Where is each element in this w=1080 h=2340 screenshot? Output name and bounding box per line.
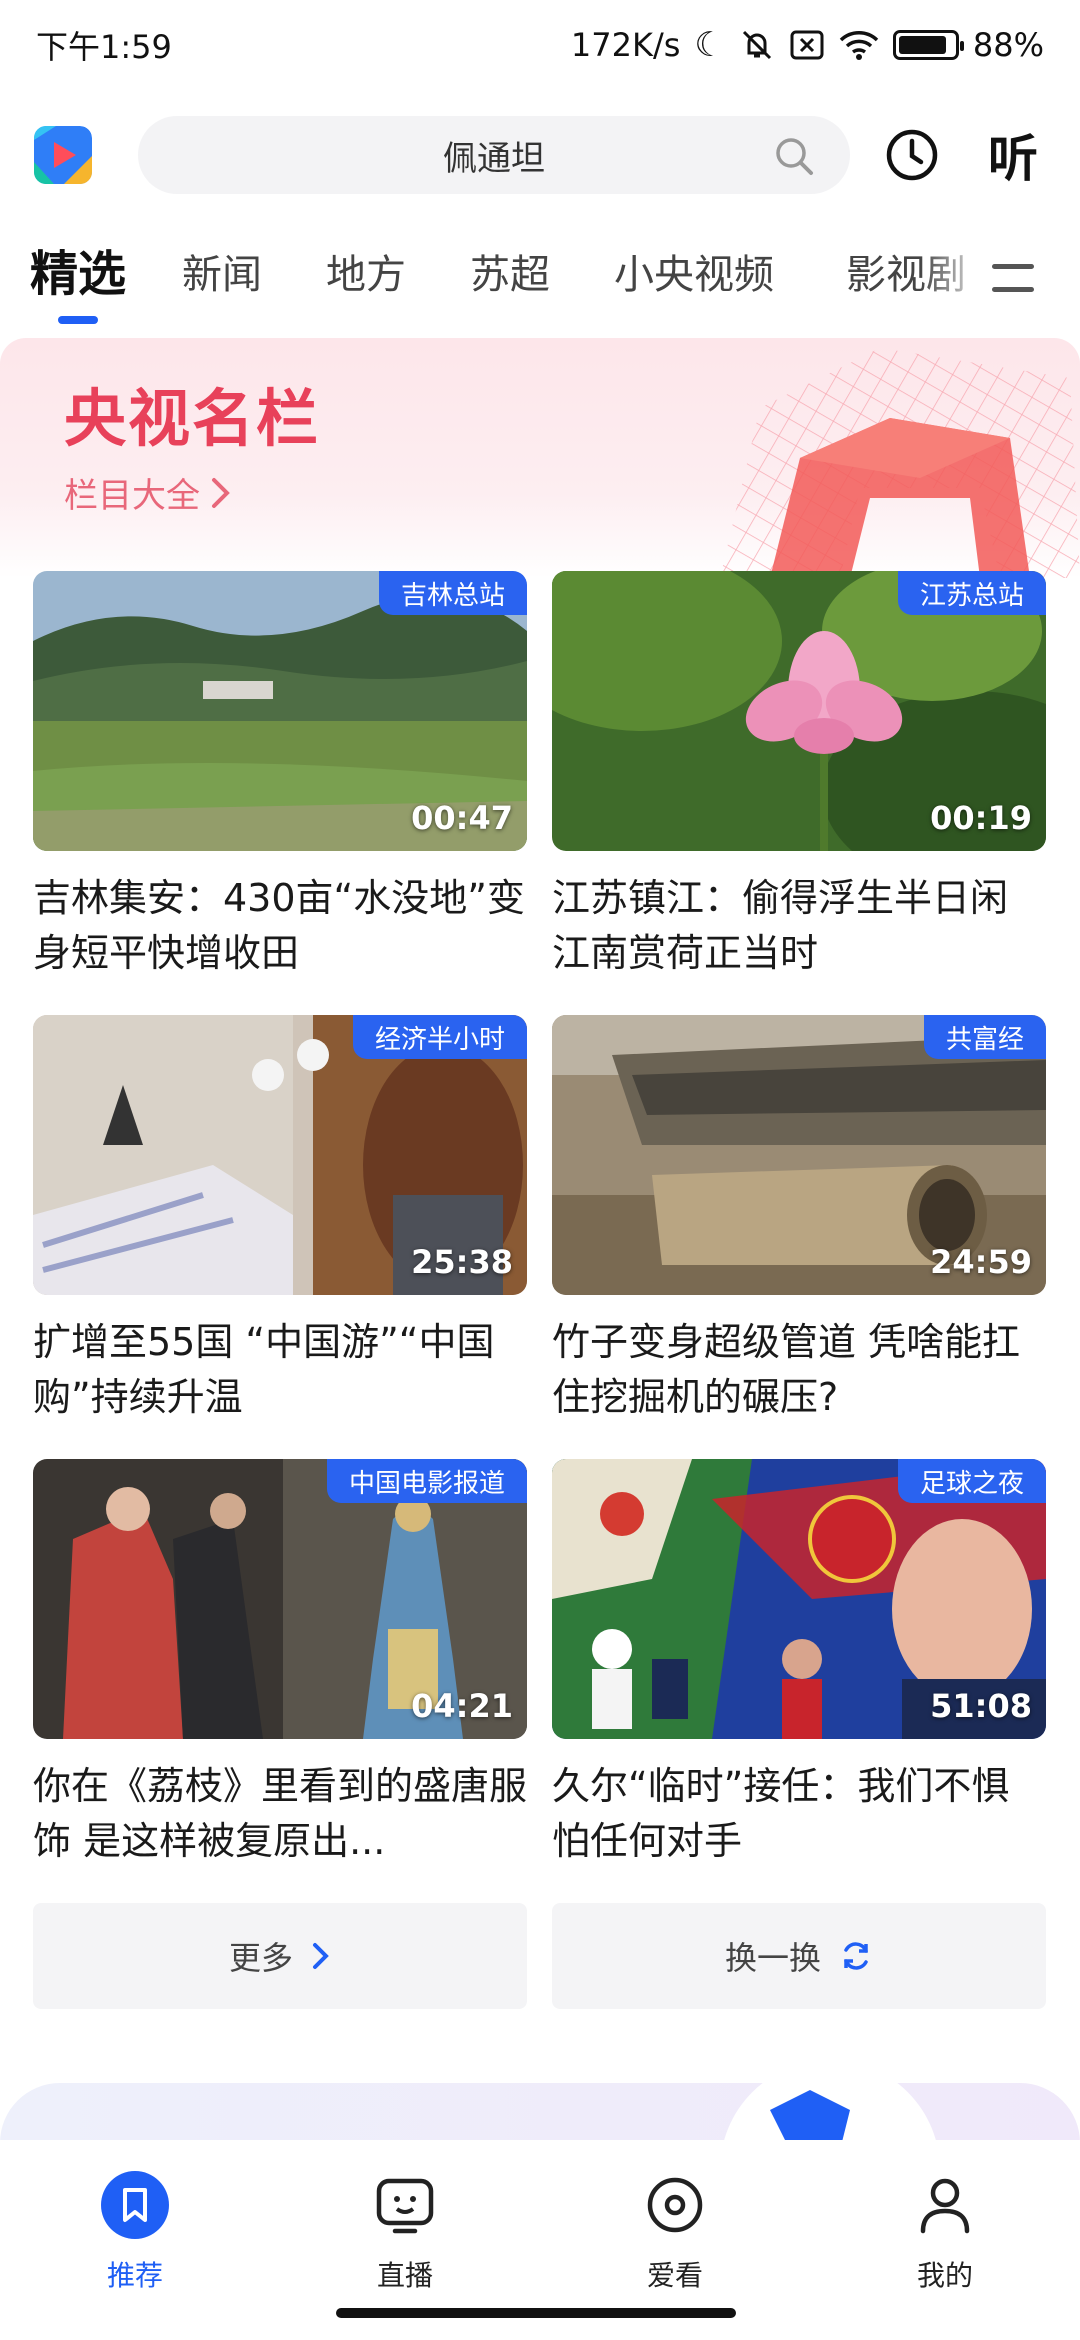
battery-fill	[898, 36, 947, 54]
status-bar: 下午1:59 172K/s ☾ 88%	[0, 0, 1080, 90]
bookmark-icon	[100, 2170, 170, 2240]
listen-button[interactable]: 听	[988, 119, 1038, 191]
channel-menu-icon[interactable]	[990, 258, 1036, 298]
video-duration: 00:19	[930, 799, 1032, 837]
all-columns-link[interactable]: 栏目大全	[64, 468, 232, 517]
tab-suchao[interactable]: 苏超	[470, 242, 550, 300]
nav-label: 爱看	[646, 2259, 703, 2292]
video-card[interactable]: 吉林总站 00:47 吉林集安：430亩“水没地”变身短平快增收田	[33, 571, 527, 981]
search-hint-text: 佩通坦	[443, 138, 545, 179]
moon-icon: ☾	[694, 25, 725, 65]
home-indicator[interactable]	[336, 2308, 736, 2318]
banner-title: 央视名栏	[64, 382, 321, 455]
nav-label: 我的	[916, 2259, 973, 2292]
source-badge: 中国电影报道	[326, 1459, 527, 1503]
tab-news[interactable]: 新闻	[182, 242, 262, 300]
channel-tabs: 精选 新闻 地方 苏超 小央视频 影视剧	[0, 230, 1080, 330]
video-card[interactable]: 共富经 24:59 竹子变身超级管道 凭啥能扛住挖掘机的碾压?	[552, 1015, 1046, 1425]
tab-jingxuan[interactable]: 精选	[30, 234, 126, 304]
source-badge: 经济半小时	[352, 1015, 527, 1059]
chevron-right-icon	[313, 1943, 329, 1969]
video-title[interactable]: 吉林集安：430亩“水没地”变身短平快增收田	[33, 871, 527, 981]
tab-local[interactable]: 地方	[326, 242, 406, 300]
history-icon[interactable]	[884, 127, 940, 183]
source-badge: 共富经	[923, 1015, 1046, 1059]
refresh-icon	[844, 1942, 868, 1970]
video-duration: 24:59	[930, 1243, 1032, 1281]
video-title[interactable]: 你在《荔枝》里看到的盛唐服饰 是这样被复原出...	[33, 1759, 527, 1869]
refresh-label: 换一换	[724, 1939, 821, 1977]
nav-live[interactable]: 直播	[325, 2170, 485, 2294]
battery-percent: 88%	[972, 26, 1044, 64]
search-input[interactable]: 佩通坦	[138, 116, 850, 194]
battery-icon	[892, 30, 964, 60]
app-logo[interactable]	[34, 126, 92, 184]
wifi-icon	[839, 31, 879, 60]
video-thumbnail[interactable]: 共富经 24:59	[552, 1015, 1046, 1295]
disc-icon	[640, 2170, 710, 2240]
video-thumbnail[interactable]: 吉林总站 00:47	[33, 571, 527, 851]
cctv-building-art	[720, 348, 1080, 578]
sim-off-icon	[790, 30, 824, 60]
nav-recommend[interactable]: 推荐	[55, 2170, 215, 2294]
refresh-button[interactable]: 换一换	[552, 1903, 1046, 2009]
video-thumbnail[interactable]: 江苏总站 00:19	[552, 571, 1046, 851]
source-badge: 江苏总站	[897, 571, 1046, 615]
video-duration: 51:08	[930, 1687, 1032, 1725]
nav-label: 推荐	[106, 2259, 163, 2292]
video-duration: 00:47	[411, 799, 513, 837]
top-header: 佩通坦 听	[0, 110, 1080, 200]
video-card[interactable]: 足球之夜 51:08 久尔“临时”接任：我们不惧怕任何对手	[552, 1459, 1046, 1869]
search-icon[interactable]	[774, 136, 814, 176]
active-tab-indicator	[58, 316, 98, 324]
video-card[interactable]: 江苏总站 00:19 江苏镇江：偷得浮生半日闲 江南赏荷正当时	[552, 571, 1046, 981]
network-speed: 172K/s	[570, 26, 681, 64]
nav-mine[interactable]: 我的	[865, 2170, 1025, 2294]
source-badge: 足球之夜	[897, 1459, 1046, 1503]
app-screen: 下午1:59 172K/s ☾ 88% 佩通坦 听 精选 新闻 地方 苏超 小央…	[0, 0, 1080, 2340]
video-duration: 04:21	[411, 1687, 513, 1725]
bell-off-icon	[742, 30, 771, 60]
tab-fade	[920, 230, 990, 310]
famous-columns-banner[interactable]: 央视名栏 栏目大全	[0, 338, 1080, 578]
video-thumbnail[interactable]: 足球之夜 51:08	[552, 1459, 1046, 1739]
video-title[interactable]: 江苏镇江：偷得浮生半日闲 江南赏荷正当时	[552, 871, 1046, 981]
chevron-right-icon	[212, 477, 230, 508]
nav-aikan[interactable]: 爱看	[595, 2170, 755, 2294]
more-label: 更多	[228, 1939, 293, 1977]
tab-xiaoyang-video[interactable]: 小央视频	[614, 242, 774, 300]
status-icons: 172K/s ☾ 88%	[571, 26, 1044, 64]
video-title[interactable]: 扩增至55国 “中国游”“中国购”持续升温	[33, 1315, 527, 1425]
person-icon	[910, 2170, 980, 2240]
video-duration: 25:38	[411, 1243, 513, 1281]
status-time: 下午1:59	[36, 28, 172, 66]
tv-icon	[370, 2170, 440, 2240]
video-card[interactable]: 中国电影报道 04:21 你在《荔枝》里看到的盛唐服饰 是这样被复原出...	[33, 1459, 527, 1869]
video-title[interactable]: 久尔“临时”接任：我们不惧怕任何对手	[552, 1759, 1046, 1869]
video-thumbnail[interactable]: 中国电影报道 04:21	[33, 1459, 527, 1739]
more-button[interactable]: 更多	[33, 1903, 527, 2009]
nav-label: 直播	[376, 2259, 433, 2292]
video-card[interactable]: 经济半小时 25:38 扩增至55国 “中国游”“中国购”持续升温	[33, 1015, 527, 1425]
all-columns-label: 栏目大全	[64, 476, 200, 516]
source-badge: 吉林总站	[378, 571, 527, 615]
video-thumbnail[interactable]: 经济半小时 25:38	[33, 1015, 527, 1295]
video-title[interactable]: 竹子变身超级管道 凭啥能扛住挖掘机的碾压?	[552, 1315, 1046, 1425]
